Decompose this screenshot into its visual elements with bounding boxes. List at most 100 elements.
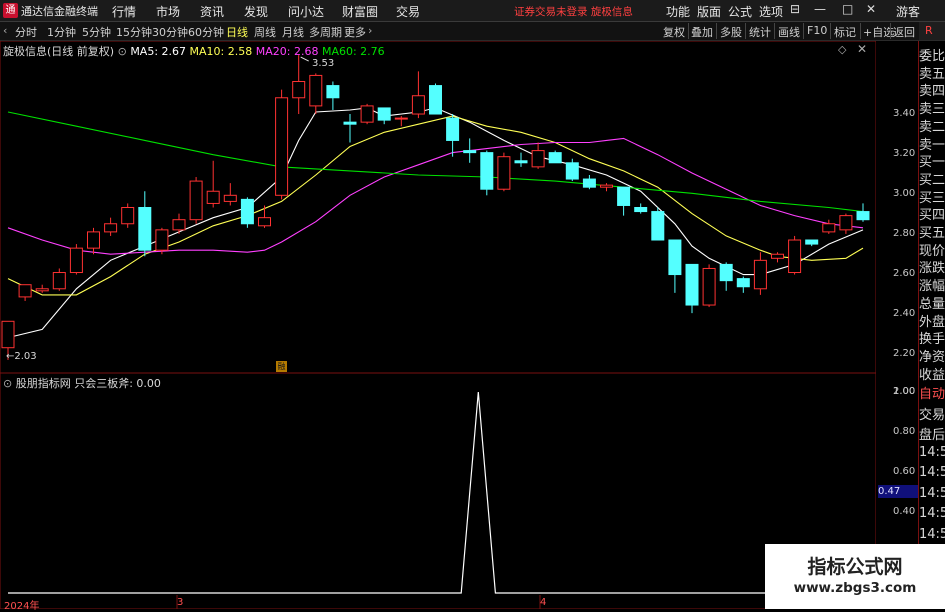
candle-body xyxy=(651,211,665,241)
candle-body xyxy=(634,207,648,213)
candle-body xyxy=(275,97,289,196)
candle-body xyxy=(411,95,425,115)
candle-body xyxy=(18,284,32,298)
period-30min[interactable]: 30分钟 xyxy=(152,24,188,40)
candle-body xyxy=(788,239,802,274)
period-monthly[interactable]: 月线 xyxy=(282,24,304,40)
candle-body xyxy=(292,81,306,99)
trade-label: 14:56 xyxy=(919,485,945,501)
candle-body xyxy=(685,263,699,306)
indicator-chart[interactable] xyxy=(0,373,876,609)
candle-body xyxy=(309,74,323,107)
menu-wealth-circle[interactable]: 财富圈 xyxy=(342,3,378,20)
menu-market[interactable]: 市场 xyxy=(156,3,180,20)
menu-layout[interactable]: 版面 xyxy=(697,3,721,20)
side-badge[interactable]: R xyxy=(925,24,933,37)
settings-icon: ⊙ xyxy=(3,377,13,390)
candle-body xyxy=(189,180,203,221)
indicator-crosshair-value: 0.47 xyxy=(878,485,918,498)
multi-stock-button[interactable]: 多股 xyxy=(720,24,742,40)
back-arrow-icon[interactable]: ‹ xyxy=(3,24,7,37)
app-title: 通达信金融终端 xyxy=(21,5,98,18)
chevron-right-icon[interactable]: › xyxy=(368,24,372,37)
price-tick: 3.20 xyxy=(893,148,916,159)
candle-body xyxy=(377,107,391,121)
period-5min[interactable]: 5分钟 xyxy=(82,24,111,40)
f10-button[interactable]: F10 xyxy=(807,24,827,37)
candlestick-chart[interactable] xyxy=(0,41,876,373)
period-15min[interactable]: 15分钟 xyxy=(116,24,152,40)
indicator-frame xyxy=(0,373,876,609)
menu-quotes[interactable]: 行情 xyxy=(112,3,136,20)
overlay-button[interactable]: 叠加 xyxy=(691,24,713,40)
candle-body xyxy=(702,267,716,306)
statistics-button[interactable]: 统计 xyxy=(749,24,771,40)
trade-label: 14:56 xyxy=(919,444,945,460)
layout-icon[interactable]: ⊟ xyxy=(790,2,800,16)
trade-label: 盘后 xyxy=(919,428,945,443)
ma60-line xyxy=(7,111,864,213)
mark-button[interactable]: 标记 xyxy=(834,24,856,40)
toolbar-divider xyxy=(688,23,689,39)
candle-body xyxy=(548,152,562,164)
quote-label: 换手 xyxy=(919,332,945,348)
quote-label: 涨幅 xyxy=(919,279,945,295)
menu-discover[interactable]: 发现 xyxy=(244,3,268,20)
candle-body xyxy=(805,239,819,245)
toolbar-divider xyxy=(745,23,746,39)
price-tick: 3.00 xyxy=(893,188,916,199)
ma5-label: MA5: 2.67 xyxy=(130,45,187,58)
quote-label: 买三 xyxy=(919,190,945,206)
menu-trade[interactable]: 交易 xyxy=(396,3,420,20)
menu-function[interactable]: 功能 xyxy=(666,3,690,20)
x-axis-month-label: 3 xyxy=(177,597,184,608)
quote-label: 收益 xyxy=(919,367,945,383)
maximize-icon[interactable]: □ xyxy=(842,2,853,16)
candle-body xyxy=(822,223,836,233)
menu-bar xyxy=(0,0,945,22)
candle-body xyxy=(360,105,374,123)
indicator-border xyxy=(0,373,876,609)
period-weekly[interactable]: 周线 xyxy=(254,24,276,40)
toolbar-divider xyxy=(774,23,775,39)
period-intraday[interactable]: 分时 xyxy=(15,24,37,40)
menu-formula[interactable]: 公式 xyxy=(728,3,752,20)
trade-label: 自动 xyxy=(919,387,945,402)
candle-body xyxy=(565,162,579,180)
period-1min[interactable]: 1分钟 xyxy=(47,24,76,40)
period-more[interactable]: 更多 xyxy=(344,24,366,40)
high-price-annotation: 3.53 xyxy=(312,58,335,69)
menu-news[interactable]: 资讯 xyxy=(200,3,224,20)
quote-label: 买五 xyxy=(919,226,945,241)
quote-label: 卖二 xyxy=(919,119,945,135)
chart-close-icon[interactable]: ✕ xyxy=(857,42,867,56)
period-60min[interactable]: 60分钟 xyxy=(188,24,224,40)
adjust-button[interactable]: 复权 xyxy=(663,24,685,40)
minimize-icon[interactable]: — xyxy=(814,2,826,16)
quote-label: 现价 xyxy=(919,243,945,259)
menu-options[interactable]: 选项 xyxy=(759,3,783,20)
candle-body xyxy=(240,198,254,225)
ma60-label: MA60: 2.76 xyxy=(321,45,385,58)
trade-login-warning[interactable]: 证券交易未登录 旋极信息 xyxy=(514,4,633,19)
trade-label: 交易 xyxy=(919,407,945,423)
menu-ask-xiaoda[interactable]: 问小达 xyxy=(288,3,324,20)
guest-login[interactable]: 游客 xyxy=(896,3,920,20)
site-watermark: 指标公式网 www.zbgs3.com xyxy=(765,544,945,609)
margin-trading-marker[interactable]: 融 xyxy=(276,361,287,372)
period-multi[interactable]: 多周期 xyxy=(309,24,342,40)
quote-label: 卖五 xyxy=(919,66,945,82)
toolbar-divider xyxy=(860,23,861,39)
indicator-tick: 0.40 xyxy=(893,506,916,517)
app-logo-icon: 通 xyxy=(3,3,18,18)
candle-body xyxy=(138,207,152,251)
candle-body xyxy=(326,85,340,99)
draw-line-button[interactable]: 画线 xyxy=(778,24,800,40)
close-icon[interactable]: ✕ xyxy=(866,2,876,16)
period-daily[interactable]: 日线 xyxy=(226,24,248,40)
return-button[interactable]: 返回 xyxy=(893,24,915,40)
chart-settings-icon[interactable]: ◇ xyxy=(838,43,846,56)
candle-body xyxy=(617,186,631,206)
ma5-line xyxy=(7,107,864,339)
candle-body xyxy=(446,117,460,141)
